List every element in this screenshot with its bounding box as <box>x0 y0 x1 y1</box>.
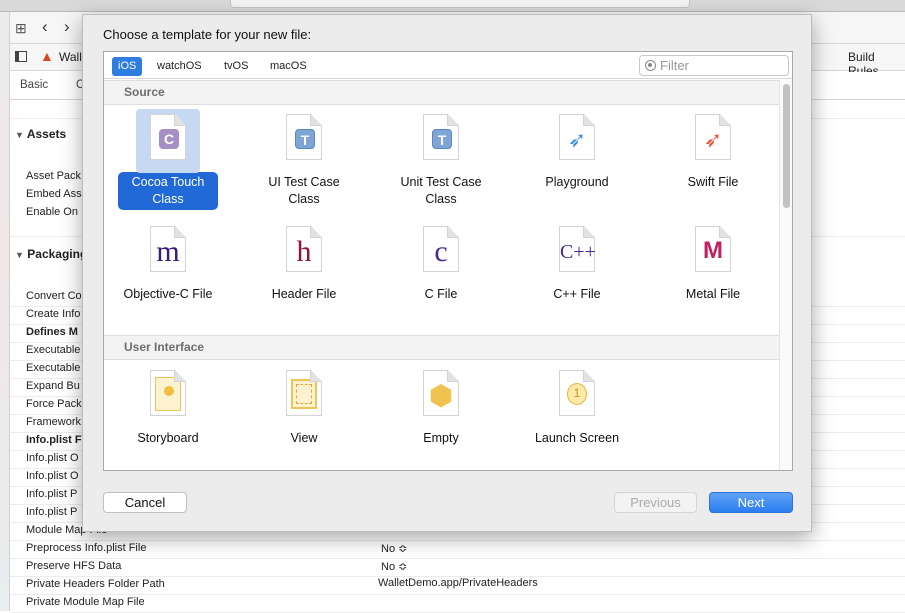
setting-row[interactable]: Create Info <box>26 308 80 320</box>
section-header-user-interface: User Interface <box>104 335 779 360</box>
setting-row[interactable]: Info.plist P <box>26 488 77 500</box>
row-divider <box>10 558 905 559</box>
template-chooser: iOS watchOS tvOS macOS Filter Source Use… <box>103 51 793 471</box>
template-label: Playground <box>545 175 609 189</box>
template-label: Launch Screen <box>534 431 620 445</box>
template-label: C File <box>424 287 458 301</box>
template-item-view[interactable]: View <box>249 370 359 449</box>
launch-screen-icon: 1 <box>559 370 595 416</box>
preprocess-value[interactable]: No ≎ <box>381 542 407 555</box>
tab-ios[interactable]: iOS <box>112 57 143 76</box>
dialog-title: Choose a template for your new file: <box>103 27 312 42</box>
tab-watchos[interactable]: watchOS <box>151 57 208 76</box>
section-header-source: Source <box>104 80 779 105</box>
setting-row[interactable]: Asset Pack <box>26 170 81 182</box>
setting-row[interactable]: Enable On <box>26 206 78 218</box>
scrollbar[interactable] <box>779 80 792 470</box>
template-item-swift-file[interactable]: ➶ Swift File <box>658 114 768 193</box>
template-item-header-file[interactable]: h Header File <box>249 226 359 305</box>
unit-test-case-icon: T <box>423 114 459 160</box>
previous-button[interactable]: Previous <box>614 492 697 513</box>
forward-chevron-icon[interactable]: › <box>64 17 70 37</box>
template-item-objective-c-file[interactable]: m Objective-C File <box>113 226 223 305</box>
setting-row[interactable]: Info.plist P <box>26 506 77 518</box>
row-divider <box>10 594 905 595</box>
template-item-metal-file[interactable]: M Metal File <box>658 226 768 305</box>
objc-file-icon: m <box>150 226 186 272</box>
setting-row[interactable]: Executable <box>26 362 80 374</box>
playground-swift-icon: ➶ <box>559 114 595 160</box>
view-icon <box>286 370 322 416</box>
template-label: Unit Test Case Class <box>400 175 482 206</box>
ui-test-case-icon: T <box>286 114 322 160</box>
template-item-launch-screen[interactable]: 1 Launch Screen <box>522 370 632 449</box>
navigator-edge <box>0 12 10 611</box>
setting-row[interactable]: Private Module Map File <box>26 596 145 608</box>
template-label: Metal File <box>685 287 741 301</box>
c-file-icon: c <box>423 226 459 272</box>
setting-row[interactable]: Convert Co <box>26 290 82 302</box>
tab-tvos[interactable]: tvOS <box>218 57 254 76</box>
template-label: Objective-C File <box>123 287 213 301</box>
setting-row[interactable]: Expand Bu <box>26 380 80 392</box>
sidebar-toggle-icon[interactable] <box>15 51 27 62</box>
setting-row[interactable]: Defines M <box>26 326 78 338</box>
section-packaging[interactable]: ▼ Packaging <box>15 247 87 261</box>
template-label: View <box>290 431 318 445</box>
platform-tabs: iOS watchOS tvOS macOS Filter <box>104 52 792 79</box>
setting-row[interactable]: Embed Ass <box>26 188 82 200</box>
template-item-ui-test-case-class[interactable]: T UI Test Case Class <box>249 114 359 210</box>
filter-icon <box>645 60 656 71</box>
template-grid: Source User Interface C Cocoa Touch Class… <box>104 80 779 470</box>
filter-input[interactable]: Filter <box>639 55 789 76</box>
activity-field <box>230 0 690 8</box>
new-file-template-dialog: Choose a template for your new file: iOS… <box>82 14 812 532</box>
swift-file-icon: ➶ <box>695 114 731 160</box>
window-title-bar <box>0 0 905 12</box>
cpp-file-icon: C++ <box>559 226 595 272</box>
related-items-grid-icon[interactable]: ⊞ <box>15 20 27 37</box>
template-label: Cocoa Touch Class <box>118 172 218 210</box>
tab-basic[interactable]: Basic <box>20 79 48 91</box>
empty-cube-icon: ⬢ <box>423 370 459 416</box>
row-divider <box>10 540 905 541</box>
template-item-empty[interactable]: ⬢ Empty <box>386 370 496 449</box>
cancel-button[interactable]: Cancel <box>103 492 187 513</box>
template-item-cocoa-touch-class[interactable]: C Cocoa Touch Class <box>113 109 223 210</box>
xcode-app-icon: ▲ <box>40 48 54 64</box>
cocoa-touch-class-icon: C <box>150 114 186 160</box>
setting-row[interactable]: Info.plist F <box>26 434 82 446</box>
template-item-unit-test-case-class[interactable]: T Unit Test Case Class <box>386 114 496 210</box>
template-label: Empty <box>423 431 459 445</box>
storyboard-icon <box>150 370 186 416</box>
setting-row[interactable]: Info.plist O <box>26 470 79 482</box>
tab-macos[interactable]: macOS <box>264 57 313 76</box>
private-headers-value[interactable]: WalletDemo.app/PrivateHeaders <box>378 577 538 589</box>
setting-row[interactable]: Preserve HFS Data <box>26 560 121 572</box>
section-assets[interactable]: ▼ Assets <box>15 127 66 141</box>
scrollbar-thumb[interactable] <box>783 84 790 208</box>
setting-row[interactable]: Executable <box>26 344 80 356</box>
template-label: Header File <box>271 287 337 301</box>
setting-row[interactable]: Info.plist O <box>26 452 79 464</box>
preserve-hfs-value[interactable]: No ≎ <box>381 560 407 573</box>
header-file-icon: h <box>286 226 322 272</box>
template-label: Swift File <box>687 175 739 189</box>
setting-row[interactable]: Preprocess Info.plist File <box>26 542 146 554</box>
template-item-storyboard[interactable]: Storyboard <box>113 370 223 449</box>
setting-row[interactable]: Private Headers Folder Path <box>26 578 165 590</box>
template-item-playground[interactable]: ➶ Playground <box>522 114 632 193</box>
template-item-c-file[interactable]: c C File <box>386 226 496 305</box>
template-label: UI Test Case Class <box>268 175 340 206</box>
template-label: C++ File <box>553 287 601 301</box>
filter-placeholder: Filter <box>660 58 689 73</box>
next-button[interactable]: Next <box>709 492 793 513</box>
metal-file-icon: M <box>695 226 731 272</box>
template-label: Storyboard <box>137 431 199 445</box>
setting-row[interactable]: Force Pack <box>26 398 82 410</box>
template-item-c-file[interactable]: C++ C++ File <box>522 226 632 305</box>
back-chevron-icon[interactable]: ‹ <box>42 17 48 37</box>
setting-row[interactable]: Framework <box>26 416 81 428</box>
